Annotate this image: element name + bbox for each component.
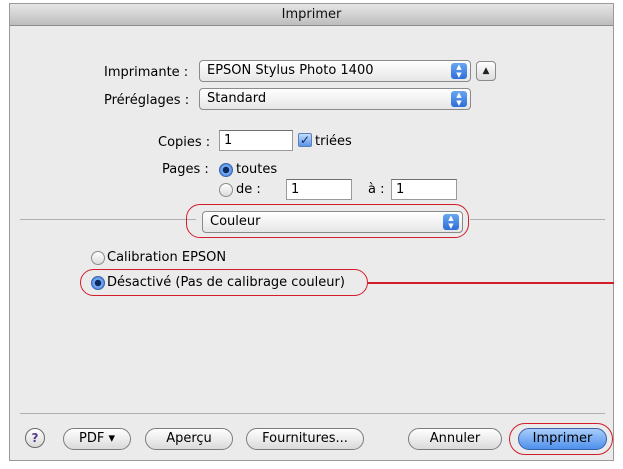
pages-label: Pages : — [162, 162, 209, 177]
calibration-epson-label: Calibration EPSON — [107, 250, 227, 265]
cancel-button[interactable]: Annuler — [408, 428, 502, 450]
calibration-epson-radio[interactable] — [91, 251, 105, 265]
window-title: Imprimer — [10, 4, 613, 26]
pdf-button[interactable]: PDF ▾ — [63, 428, 131, 450]
separator-left — [20, 219, 196, 220]
printer-label: Imprimante : — [104, 65, 189, 80]
pages-to-label: à : — [368, 182, 385, 197]
copies-label: Copies : — [158, 135, 211, 150]
checkmark-icon: ✓ — [299, 133, 311, 147]
collated-checkbox[interactable]: ✓ — [298, 133, 312, 147]
presets-label: Préréglages : — [104, 93, 190, 108]
question-mark-icon: ? — [31, 431, 39, 445]
popup-arrows-icon: ▲ ▼ — [451, 63, 467, 79]
pages-from-label: de : — [236, 182, 261, 197]
bottom-separator — [20, 413, 605, 414]
disclosure-button[interactable]: ▲ — [476, 61, 496, 81]
copies-field[interactable]: 1 — [219, 130, 293, 151]
printer-popup[interactable]: EPSON Stylus Photo 1400 ▲ ▼ — [199, 60, 471, 82]
separator-right — [470, 219, 605, 220]
printer-value: EPSON Stylus Photo 1400 — [207, 63, 374, 78]
preview-button[interactable]: Aperçu — [145, 428, 233, 450]
disabled-option-callout — [80, 269, 368, 296]
pages-from-field[interactable]: 1 — [286, 179, 352, 200]
triangle-up-icon: ▲ — [482, 66, 490, 76]
presets-value: Standard — [207, 91, 267, 106]
callout-leader-line — [368, 282, 614, 284]
pages-all-radio[interactable] — [219, 163, 233, 177]
panel-popup-callout — [186, 204, 469, 238]
presets-popup[interactable]: Standard ▲ ▼ — [199, 88, 471, 110]
print-button-callout — [509, 423, 613, 455]
pages-range-radio[interactable] — [219, 183, 233, 197]
pages-all-label: toutes — [236, 162, 278, 177]
popup-arrows-icon: ▲ ▼ — [451, 91, 467, 107]
supplies-button[interactable]: Fournitures... — [246, 428, 364, 450]
help-button[interactable]: ? — [25, 428, 45, 448]
collated-label: triées — [315, 134, 352, 149]
pages-to-field[interactable]: 1 — [391, 179, 457, 200]
